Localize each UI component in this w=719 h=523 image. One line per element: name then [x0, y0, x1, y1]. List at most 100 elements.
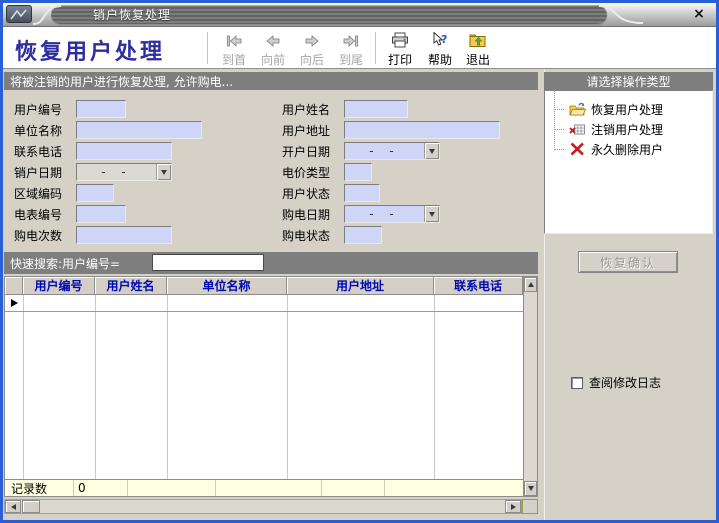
toolbar-separator	[375, 32, 376, 64]
svg-text:?: ?	[441, 33, 447, 46]
field-label-phone: 联系电话	[14, 143, 72, 160]
scroll-right-icon[interactable]	[505, 500, 521, 513]
nav-next-button[interactable]: 向后	[293, 30, 331, 67]
current-row-marker-icon	[11, 299, 18, 307]
grid-column-separator	[95, 295, 96, 479]
column-header-user-name[interactable]: 用户姓名	[95, 277, 167, 295]
footer-cell	[385, 480, 523, 496]
grid-body	[5, 295, 523, 479]
field-label-address: 用户地址	[282, 122, 340, 139]
operation-tree: 恢复用户处理 注销用户处理 永久删除用户	[544, 90, 713, 234]
grid-footer-row: 记录数 0	[5, 479, 523, 496]
toolbar: 恢复用户处理 到首 向前 向后 到尾	[3, 27, 716, 69]
area-code-input[interactable]	[76, 184, 114, 202]
dropdown-arrow-icon[interactable]	[424, 206, 439, 222]
grid-column-separator	[167, 295, 168, 479]
section-header: 将被注销的用户进行恢复处理, 允许购电...	[4, 72, 538, 90]
titlebar: 销户恢复处理 ×	[3, 3, 716, 27]
user-status-input[interactable]	[344, 184, 380, 202]
footer-cell	[216, 480, 322, 496]
go-last-icon	[343, 32, 359, 51]
grid-column-separator	[287, 295, 288, 479]
user-form: 用户编号 单位名称 联系电话 销户日期 - - 区域编码 电表编号 购电次	[4, 90, 538, 252]
field-label-purchase-count: 购电次数	[14, 227, 72, 244]
column-header-unit-name[interactable]: 单位名称	[167, 277, 287, 295]
tree-item-label: 注销用户处理	[591, 121, 663, 138]
checkbox-box-icon[interactable]	[571, 377, 583, 389]
dropdown-arrow-icon[interactable]	[156, 164, 171, 180]
footer-cell	[322, 480, 385, 496]
field-label-user-name: 用户姓名	[282, 101, 340, 118]
operation-panel-header: 请选择操作类型	[544, 72, 713, 90]
help-button[interactable]: ? 帮助	[421, 30, 459, 67]
field-label-user-status: 用户状态	[282, 185, 340, 202]
help-cursor-icon: ?	[431, 32, 449, 52]
app-window: 销户恢复处理 × 恢复用户处理 到首 向前 向后	[0, 0, 719, 523]
view-log-label: 查阅修改日志	[589, 374, 661, 391]
grid-horizontal-scrollbar[interactable]	[4, 499, 522, 514]
quick-search-input[interactable]	[152, 254, 264, 271]
title-band: 销户恢复处理	[51, 5, 607, 24]
go-next-icon	[304, 32, 320, 51]
confirm-recover-button[interactable]: 恢复确认	[578, 251, 678, 273]
field-label-purchase-status: 购电状态	[282, 227, 340, 244]
tree-item-delete-user[interactable]: 永久删除用户	[545, 139, 712, 159]
row-selector-header	[5, 277, 23, 295]
app-logo-icon	[6, 5, 32, 23]
scroll-up-icon[interactable]	[524, 277, 537, 292]
record-count-label: 记录数	[5, 480, 74, 496]
close-icon[interactable]: ×	[691, 6, 707, 22]
price-type-input[interactable]	[344, 163, 372, 181]
exit-button[interactable]: 退出	[459, 30, 497, 67]
go-prev-icon	[265, 32, 281, 51]
column-header-address[interactable]: 用户地址	[287, 277, 434, 295]
tree-item-recover-user[interactable]: 恢复用户处理	[545, 99, 712, 119]
scroll-down-icon[interactable]	[524, 481, 537, 496]
field-label-unit-name: 单位名称	[14, 122, 72, 139]
operation-panel-title: 请选择操作类型	[586, 73, 670, 90]
column-header-user-id[interactable]: 用户编号	[23, 277, 95, 295]
tree-item-label: 恢复用户处理	[591, 101, 663, 118]
page-title: 恢复用户处理	[15, 34, 165, 66]
record-count-value: 0	[74, 480, 128, 496]
column-header-phone[interactable]: 联系电话	[434, 277, 523, 295]
grid-column-separator	[434, 295, 435, 479]
scroll-left-icon[interactable]	[5, 500, 21, 513]
view-log-checkbox[interactable]: 查阅修改日志	[571, 374, 661, 391]
horizontal-scroll-thumb[interactable]	[22, 500, 40, 513]
exit-folder-icon	[469, 32, 487, 52]
field-label-purchase-date: 购电日期	[282, 206, 340, 223]
toolbar-separator	[207, 32, 208, 64]
user-id-input[interactable]	[76, 100, 126, 118]
nav-first-button[interactable]: 到首	[215, 30, 253, 67]
tree-item-deregister-user[interactable]: 注销用户处理	[545, 119, 712, 139]
close-date-combo[interactable]: - -	[76, 163, 172, 181]
current-row[interactable]	[5, 295, 523, 312]
printer-icon	[391, 32, 409, 52]
field-label-close-date: 销户日期	[14, 164, 72, 181]
grid-vertical-scrollbar[interactable]	[523, 277, 537, 496]
unit-name-input[interactable]	[76, 121, 202, 139]
phone-input[interactable]	[76, 142, 172, 160]
meter-id-input[interactable]	[76, 205, 126, 223]
footer-cell	[128, 480, 216, 496]
field-label-price-type: 电价类型	[282, 164, 340, 181]
folder-open-icon	[569, 102, 586, 116]
dropdown-arrow-icon[interactable]	[424, 143, 439, 159]
open-date-combo[interactable]: - -	[344, 142, 440, 160]
purchase-count-input[interactable]	[76, 226, 172, 244]
purchase-date-value: - -	[345, 206, 424, 222]
red-x-icon	[569, 142, 586, 156]
address-input[interactable]	[344, 121, 500, 139]
field-label-user-id: 用户编号	[14, 101, 72, 118]
quick-search-bar: 快速搜索:用户编号=	[4, 252, 538, 274]
field-label-area-code: 区域编码	[14, 185, 72, 202]
nav-last-button[interactable]: 到尾	[332, 30, 370, 67]
grid-column-separator	[23, 295, 24, 479]
nav-prev-button[interactable]: 向前	[254, 30, 292, 67]
purchase-status-input[interactable]	[344, 226, 382, 244]
deregister-grid-icon	[569, 122, 586, 136]
purchase-date-combo[interactable]: - -	[344, 205, 440, 223]
user-name-input[interactable]	[344, 100, 408, 118]
print-button[interactable]: 打印	[381, 30, 419, 67]
